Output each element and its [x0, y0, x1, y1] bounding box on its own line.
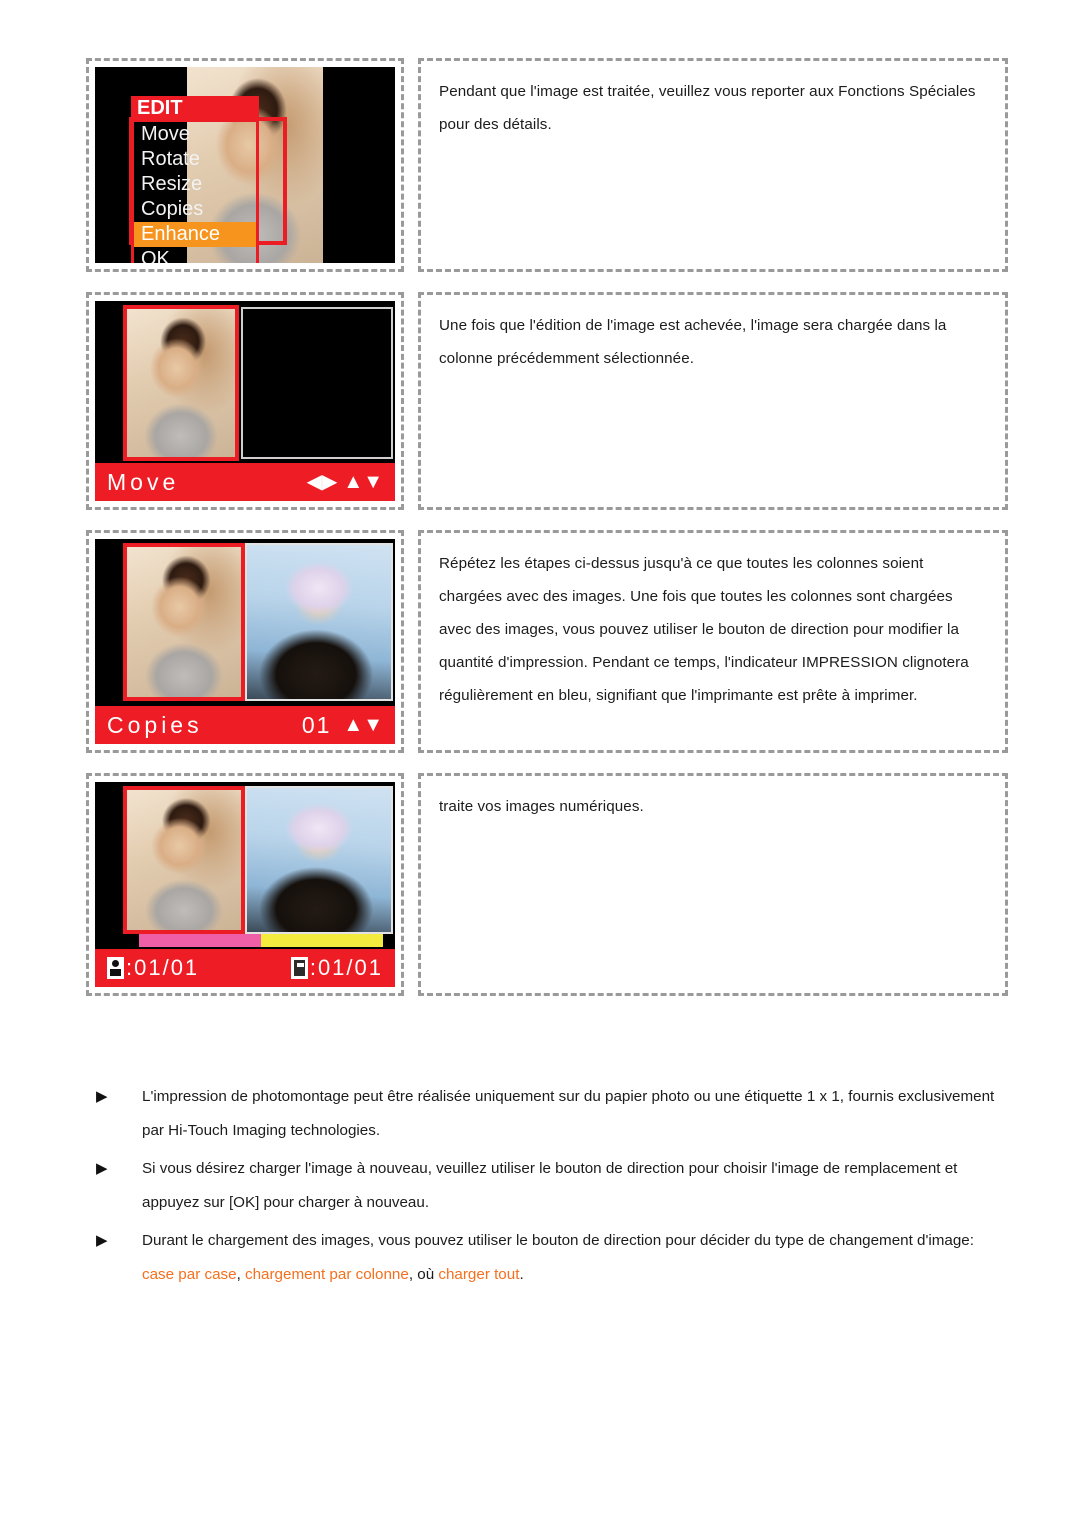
status-label: Copies [107, 711, 203, 738]
instruction-cell-3: Répétez les étapes ci-dessus jusqu'à ce … [418, 530, 1008, 753]
up-down-arrow-icon[interactable]: ▲▼ [343, 472, 383, 492]
status-label: Move [107, 468, 180, 495]
ribbon-icon [107, 957, 124, 979]
lcd-status-bar: :01/01 :01/01 [95, 949, 395, 987]
menu-item-move[interactable]: Move [134, 122, 256, 147]
note-text-3-lead: Durant le chargement des images, vous po… [142, 1232, 974, 1249]
lcd-copies-screen: Copies 01 ▲▼ [95, 539, 395, 744]
paper-icon [290, 957, 308, 979]
notes-list: ▶ L'impression de photomontage peut être… [96, 1080, 1008, 1296]
list-item: ▶ Si vous désirez charger l'image à nouv… [96, 1152, 1008, 1220]
table-row: Copies 01 ▲▼ Répétez les étapes ci-dessu… [86, 530, 1008, 753]
instruction-text-3: Répétez les étapes ci-dessus jusqu'à ce … [439, 555, 969, 704]
edit-menu[interactable]: EDIT Move Rotate Resize Copies Enhance O… [131, 96, 259, 263]
selection-frame-loaded [123, 305, 239, 461]
list-item: ▶ Durant le chargement des images, vous … [96, 1224, 1008, 1292]
lcd-move-screen: Move ◀▶ ▲▼ [95, 301, 395, 501]
menu-item-copies[interactable]: Copies [134, 197, 256, 222]
ribbon-meter [139, 934, 261, 947]
note-text-2: Si vous désirez charger l'image à nouvea… [142, 1160, 958, 1211]
highlight-chargement-par-colonne: chargement par colonne [245, 1266, 409, 1283]
bullet-marker-icon: ▶ [96, 1232, 108, 1249]
screenshot-cell-edit-menu: EDIT Move Rotate Resize Copies Enhance O… [86, 58, 404, 272]
ribbon-counter-value: :01/01 [126, 955, 200, 980]
note-text-1: L'impression de photomontage peut être r… [142, 1088, 995, 1139]
paper-counter: :01/01 [290, 955, 383, 981]
consumable-meters [139, 934, 383, 947]
menu-item-ok[interactable]: OK [134, 247, 256, 263]
copies-count: 01 [301, 711, 332, 738]
note-sep-1: , [236, 1266, 246, 1283]
copies-stepper[interactable]: 01 ▲▼ [302, 712, 383, 739]
instruction-text-4: traite vos images numériques. [439, 798, 644, 815]
bullet-marker-icon: ▶ [96, 1088, 108, 1105]
screenshot-cell-copies: Copies 01 ▲▼ [86, 530, 404, 753]
screenshot-cell-print-status: :01/01 :01/01 [86, 773, 404, 996]
paper-meter [261, 934, 383, 947]
menu-item-rotate[interactable]: Rotate [134, 147, 256, 172]
nav-arrows[interactable]: ◀▶ ▲▼ [307, 472, 383, 492]
screenshot-cell-move: Move ◀▶ ▲▼ [86, 292, 404, 510]
instruction-text-1: Pendant que l'image est traitée, veuille… [439, 83, 976, 133]
note-text-3-tail: . [519, 1266, 524, 1283]
table-row: :01/01 :01/01 traite vos images numériqu… [86, 773, 1008, 996]
menu-item-resize[interactable]: Resize [134, 172, 256, 197]
highlight-case-par-case: case par case [142, 1266, 237, 1283]
note-text-3: Durant le chargement des images, vous po… [142, 1224, 1008, 1292]
edit-menu-title: EDIT [131, 96, 259, 120]
instruction-cell-1: Pendant que l'image est traitée, veuille… [418, 58, 1008, 272]
highlight-charger-tout: charger tout [438, 1266, 520, 1283]
note-sep-2: , où [408, 1266, 439, 1283]
left-right-arrow-icon[interactable]: ◀▶ [307, 472, 338, 492]
lcd-edit-menu-screen: EDIT Move Rotate Resize Copies Enhance O… [95, 67, 395, 263]
selection-frame-loaded [123, 786, 245, 934]
instruction-text-2: Une fois que l'édition de l'image est ac… [439, 317, 947, 367]
bullet-marker-icon: ▶ [96, 1160, 108, 1177]
up-down-arrow-icon[interactable]: ▲▼ [343, 715, 383, 735]
photo-thumbnail-right [245, 543, 393, 701]
empty-slot-frame [241, 307, 393, 459]
lcd-status-bar: Copies 01 ▲▼ [95, 706, 395, 744]
ribbon-counter: :01/01 [107, 955, 199, 981]
list-item: ▶ L'impression de photomontage peut être… [96, 1080, 1008, 1148]
menu-item-enhance[interactable]: Enhance [134, 222, 256, 247]
instruction-cell-4: traite vos images numériques. [418, 773, 1008, 996]
lcd-print-status-screen: :01/01 :01/01 [95, 782, 395, 987]
table-row: EDIT Move Rotate Resize Copies Enhance O… [86, 58, 1008, 272]
selection-frame-loaded [123, 543, 245, 701]
instruction-table: EDIT Move Rotate Resize Copies Enhance O… [86, 58, 1008, 1016]
paper-counter-value: :01/01 [309, 955, 383, 980]
lcd-status-bar: Move ◀▶ ▲▼ [95, 463, 395, 501]
table-row: Move ◀▶ ▲▼ Une fois que l'édition de l'i… [86, 292, 1008, 510]
photo-thumbnail-right [245, 786, 393, 934]
instruction-cell-2: Une fois que l'édition de l'image est ac… [418, 292, 1008, 510]
